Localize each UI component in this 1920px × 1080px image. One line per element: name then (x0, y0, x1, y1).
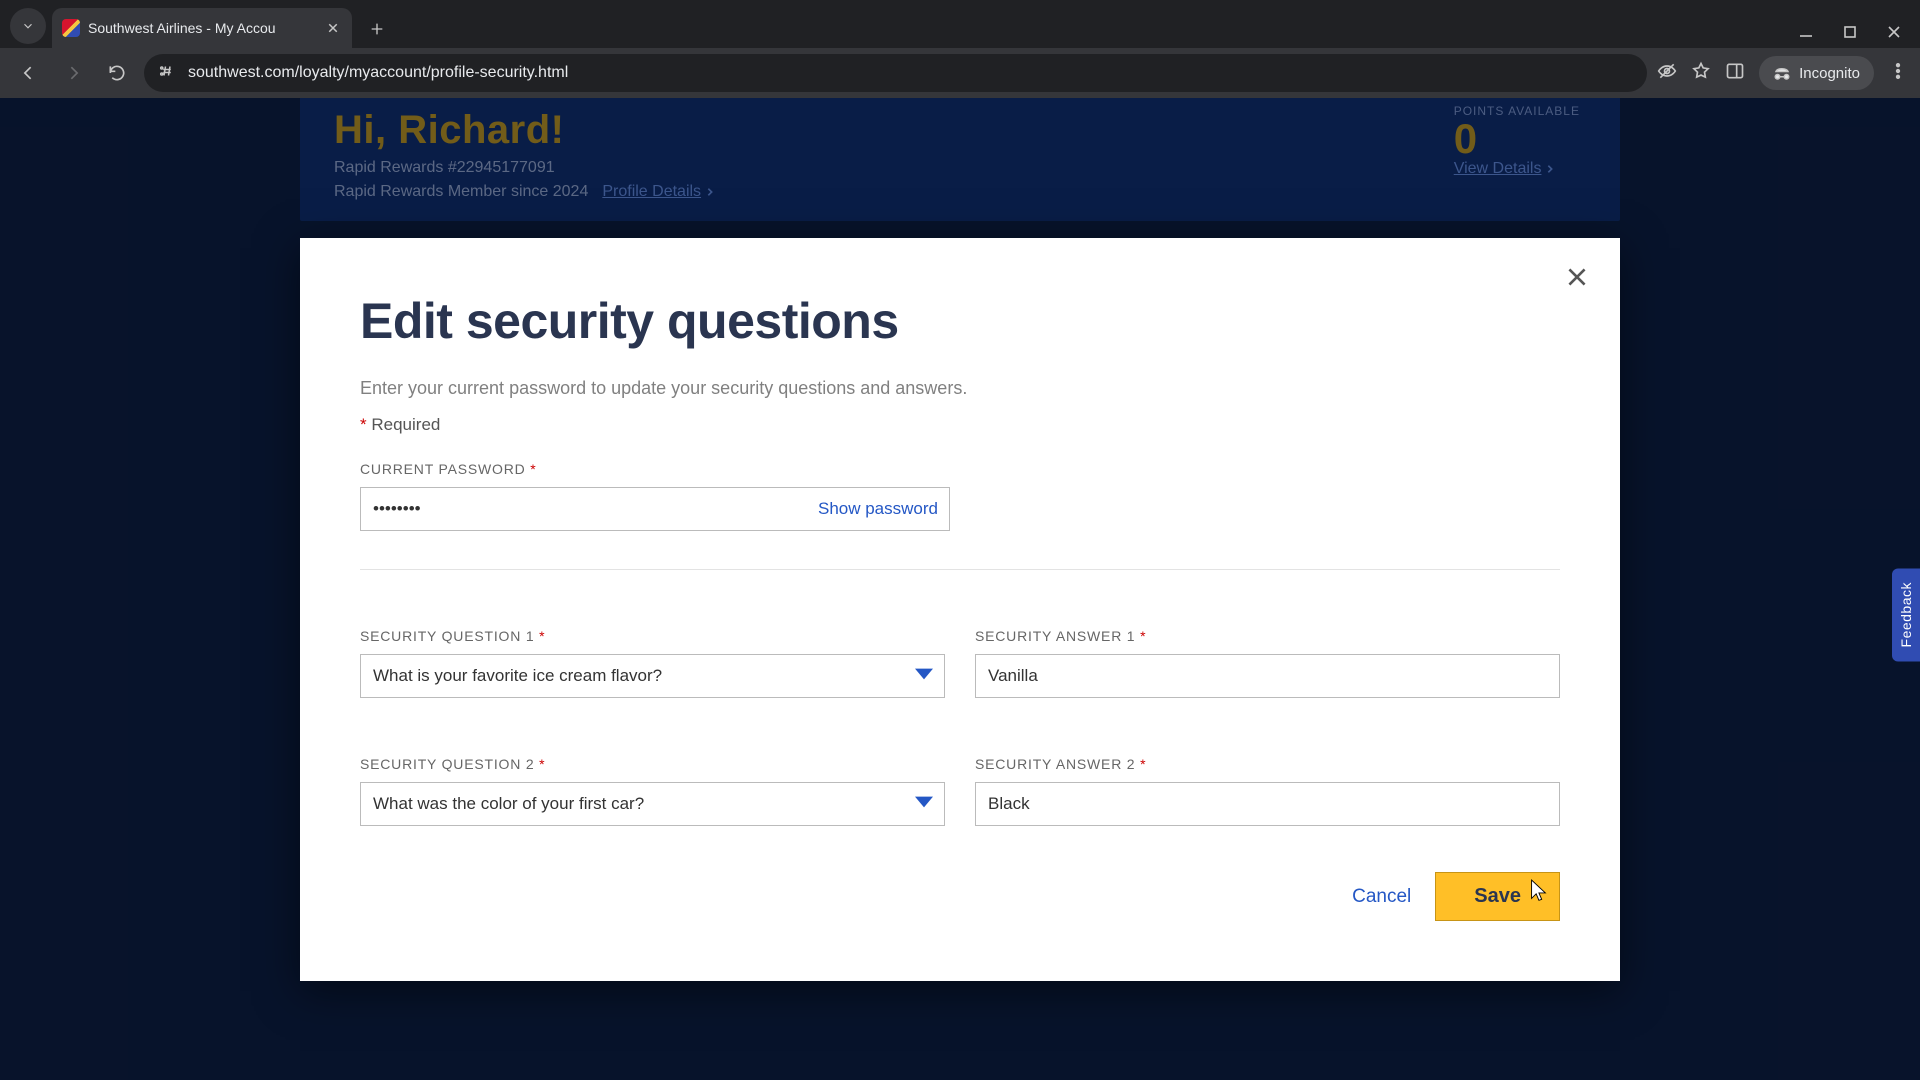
modal-title: Edit security questions (360, 292, 1560, 350)
url-text: southwest.com/loyalty/myaccount/profile-… (188, 64, 1633, 82)
dropdown-caret-icon (915, 795, 933, 813)
tab-title: Southwest Airlines - My Accou (88, 20, 316, 36)
minimize-icon[interactable] (1798, 24, 1814, 40)
edit-security-questions-modal: Edit security questions Enter your curre… (300, 238, 1620, 981)
side-panel-icon[interactable] (1725, 61, 1745, 86)
arrow-left-icon (19, 63, 39, 83)
plus-icon (369, 21, 385, 37)
security-question-1-value[interactable] (360, 654, 945, 698)
security-question-2-select[interactable] (360, 782, 945, 826)
browser-toolbar: southwest.com/loyalty/myaccount/profile-… (0, 48, 1920, 98)
window-close-icon[interactable] (1886, 24, 1902, 40)
browser-titlebar: Southwest Airlines - My Accou (0, 0, 1920, 48)
current-password-label: CURRENT PASSWORD * (360, 461, 1560, 477)
new-tab-button[interactable] (362, 14, 392, 44)
security-question-2-label: SECURITY QUESTION 2 * (360, 756, 945, 772)
security-question-2-value[interactable] (360, 782, 945, 826)
modal-close-button[interactable] (1560, 260, 1594, 294)
security-answer-1-label: SECURITY ANSWER 1 * (975, 628, 1560, 644)
show-password-toggle[interactable]: Show password (818, 487, 938, 531)
incognito-indicator[interactable]: Incognito (1759, 56, 1874, 90)
section-divider (360, 569, 1560, 570)
security-question-1-select[interactable] (360, 654, 945, 698)
bookmark-star-icon[interactable] (1691, 61, 1711, 86)
browser-menu-icon[interactable] (1888, 61, 1908, 86)
nav-reload-button[interactable] (100, 56, 134, 90)
site-settings-icon[interactable] (158, 62, 176, 85)
arrow-right-icon (63, 63, 83, 83)
security-answer-1-input[interactable] (975, 654, 1560, 698)
reload-icon (107, 63, 127, 83)
incognito-label: Incognito (1799, 65, 1860, 82)
tab-search-button[interactable] (10, 8, 46, 44)
incognito-icon (1773, 64, 1791, 82)
nav-back-button[interactable] (12, 56, 46, 90)
required-note: * Required (360, 415, 1560, 435)
security-answer-2-label: SECURITY ANSWER 2 * (975, 756, 1560, 772)
favicon-icon (62, 19, 80, 37)
browser-tab[interactable]: Southwest Airlines - My Accou (52, 8, 352, 48)
address-bar[interactable]: southwest.com/loyalty/myaccount/profile-… (144, 54, 1647, 92)
nav-forward-button[interactable] (56, 56, 90, 90)
maximize-icon[interactable] (1842, 24, 1858, 40)
security-question-1-label: SECURITY QUESTION 1 * (360, 628, 945, 644)
close-icon (1564, 264, 1590, 290)
chevron-down-icon (21, 19, 35, 33)
dropdown-caret-icon (915, 667, 933, 685)
save-button[interactable]: Save (1435, 872, 1560, 921)
incognito-eye-icon[interactable] (1657, 61, 1677, 86)
security-answer-2-input[interactable] (975, 782, 1560, 826)
modal-description: Enter your current password to update yo… (360, 378, 1560, 399)
window-controls (1798, 24, 1908, 48)
tab-close-button[interactable] (324, 19, 342, 37)
cancel-button[interactable]: Cancel (1352, 886, 1411, 908)
feedback-tab[interactable]: Feedback (1892, 568, 1920, 661)
close-icon (327, 22, 339, 34)
page-viewport: Hi, Richard! Rapid Rewards #22945177091 … (0, 98, 1920, 1080)
